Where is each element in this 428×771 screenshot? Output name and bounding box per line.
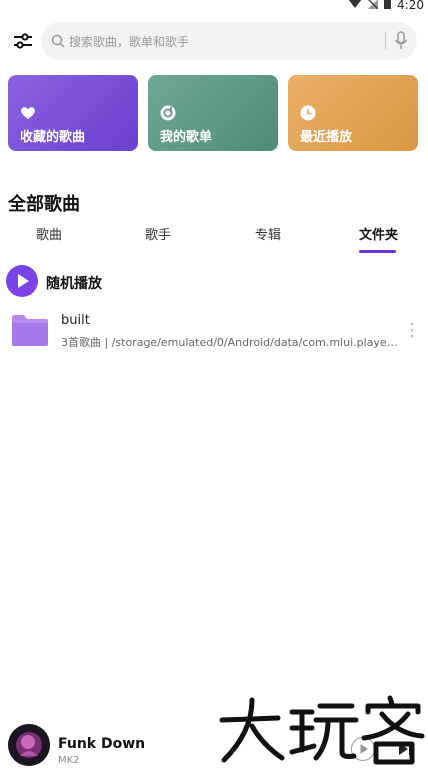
tab-folders[interactable]: 文件夹: [359, 224, 398, 243]
clock-time: 4:20: [397, 0, 424, 12]
folder-details: 3首歌曲 | /storage/emulated/0/Android/data/…: [61, 336, 401, 349]
library-tabs: 歌曲 歌手 专辑 文件夹: [0, 224, 428, 258]
status-icons: 4:20: [348, 0, 424, 12]
top-bar: 搜索歌曲，歌单和歌手: [0, 22, 428, 60]
quick-access-cards: 收藏的歌曲 我的歌单 最近播放: [8, 75, 420, 151]
tab-albums[interactable]: 专辑: [255, 224, 281, 243]
status-bar: 4:20: [0, 0, 428, 14]
wifi-icon: [348, 0, 362, 12]
search-input[interactable]: 搜索歌曲，歌单和歌手: [41, 22, 417, 60]
folder-icon: [12, 314, 48, 350]
favorite-songs-card[interactable]: 收藏的歌曲: [8, 75, 138, 151]
battery-icon: [384, 0, 392, 12]
track-artist: MK2: [58, 755, 80, 766]
section-title: 全部歌曲: [8, 194, 80, 215]
search-divider: [385, 32, 386, 50]
tab-songs[interactable]: 歌曲: [36, 224, 62, 243]
microphone-icon[interactable]: [394, 31, 408, 55]
my-playlists-card[interactable]: 我的歌单: [148, 75, 278, 151]
recently-played-card[interactable]: 最近播放: [288, 75, 418, 151]
active-tab-indicator: [359, 250, 396, 253]
track-title: Funk Down: [58, 736, 146, 752]
heart-icon: [20, 105, 36, 121]
album-cover[interactable]: [8, 724, 50, 766]
folder-name: built: [61, 313, 90, 328]
favorite-songs-label: 收藏的歌曲: [20, 130, 86, 145]
search-icon: [51, 33, 65, 52]
play-circle-icon: [6, 265, 38, 297]
filter-settings-icon[interactable]: [12, 30, 34, 52]
search-placeholder: 搜索歌曲，歌单和歌手: [69, 35, 190, 49]
clock-icon: [300, 105, 316, 121]
folder-row[interactable]: built 3首歌曲 | /storage/emulated/0/Android…: [0, 310, 428, 356]
shuffle-play-label: 随机播放: [46, 276, 102, 292]
disc-icon: [160, 105, 176, 121]
no-signal-icon: [368, 0, 379, 12]
watermark-logo: [212, 692, 428, 767]
my-playlists-label: 我的歌单: [160, 130, 213, 145]
recently-played-label: 最近播放: [300, 130, 353, 145]
tab-artists[interactable]: 歌手: [145, 224, 171, 243]
more-options-icon[interactable]: [408, 320, 416, 340]
